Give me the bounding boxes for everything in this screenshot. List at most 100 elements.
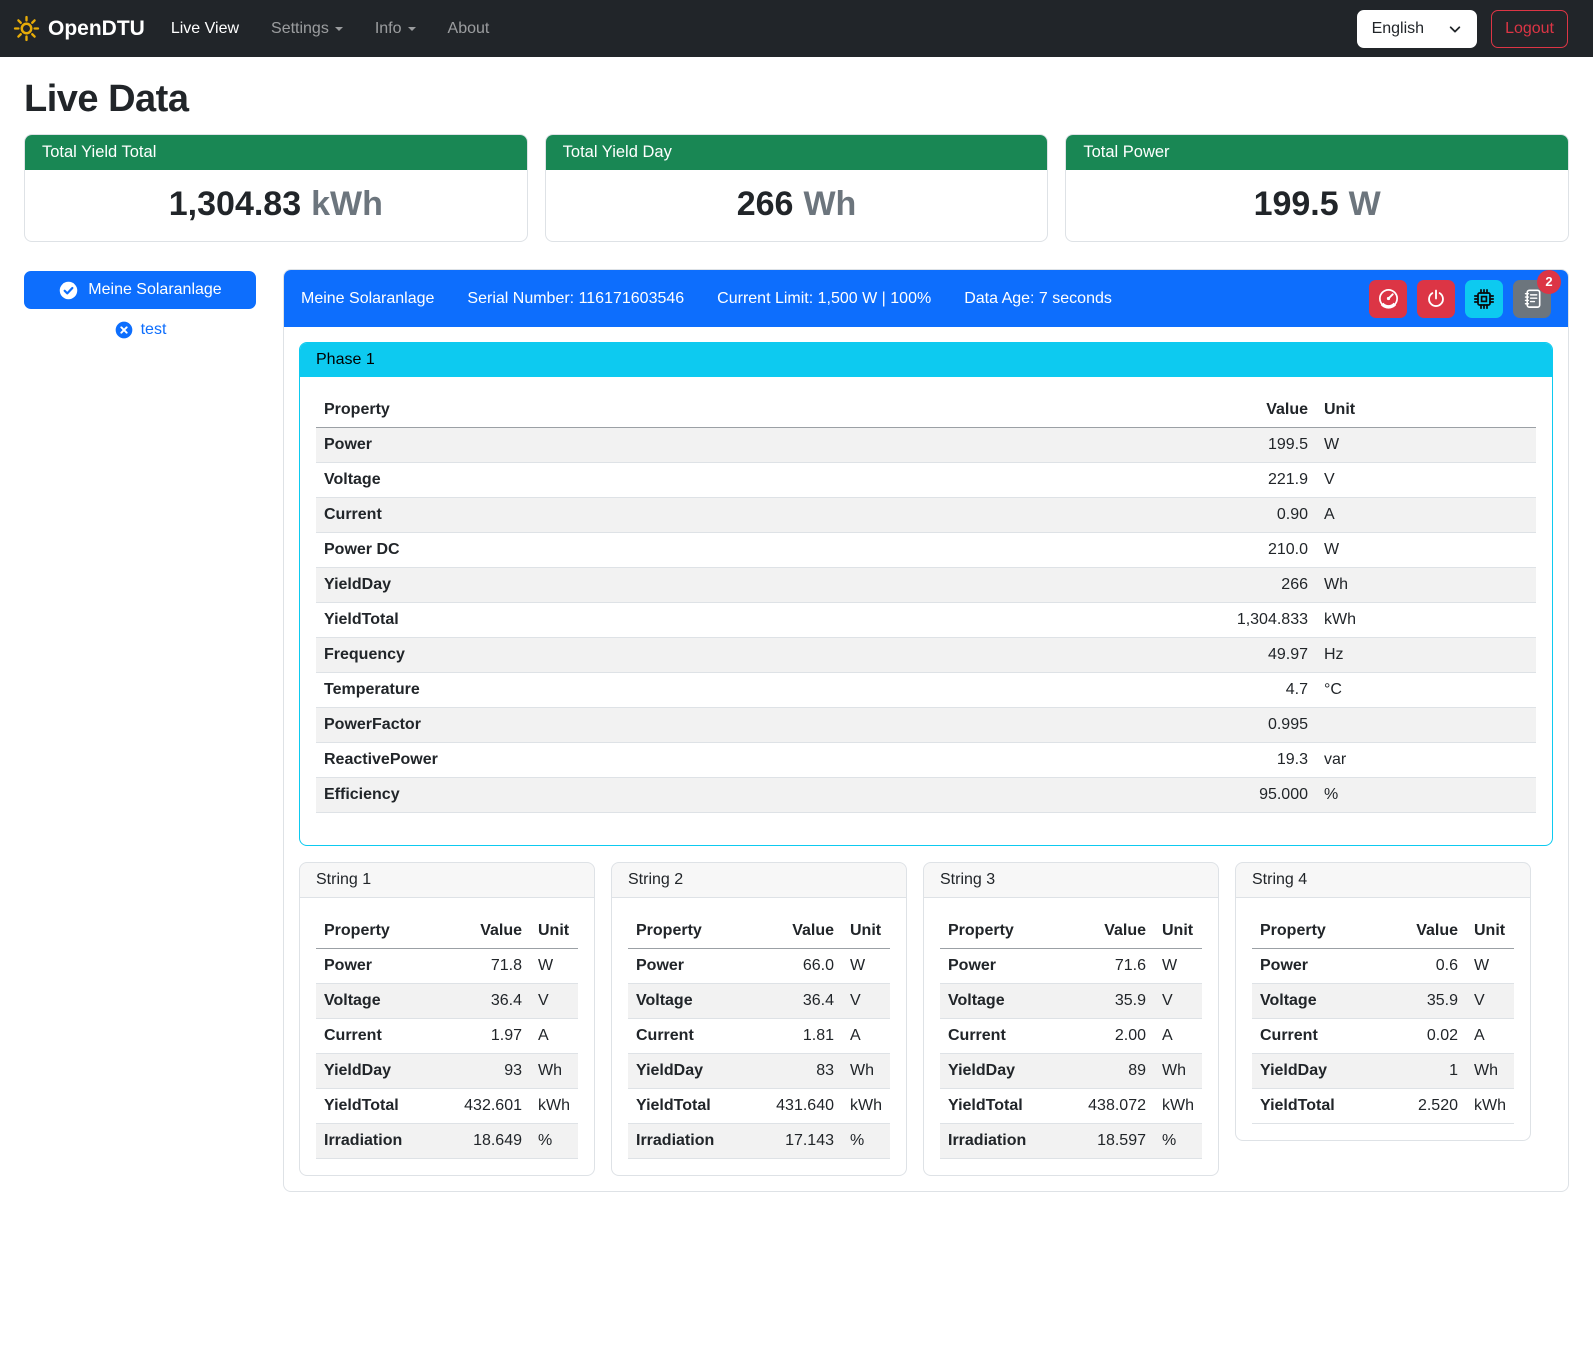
column-header-value: Value: [456, 914, 530, 949]
main-row: Meine Solaranlage test Meine Solaranlage…: [24, 269, 1569, 1192]
caret-down-icon: [335, 27, 343, 31]
value-cell: 93: [456, 1054, 530, 1089]
value-cell: 49.97: [1229, 638, 1316, 673]
inverter-card-header: Meine Solaranlage Serial Number: 1161716…: [284, 270, 1568, 327]
unit-cell: W: [530, 949, 578, 984]
card-title: Total Power: [1066, 135, 1568, 170]
table-row: Current1.81A: [628, 1019, 890, 1054]
logout-button[interactable]: Logout: [1491, 10, 1568, 48]
table-row: YieldDay93Wh: [316, 1054, 578, 1089]
property-cell: YieldTotal: [316, 603, 1229, 638]
total-yield-day-card: Total Yield Day 266 Wh: [545, 134, 1049, 242]
chevron-down-icon: [1448, 22, 1462, 36]
value-cell: 1.97: [456, 1019, 530, 1054]
column-header-unit: Unit: [1154, 914, 1202, 949]
value-cell: 89: [1080, 1054, 1154, 1089]
check-circle-icon: [58, 280, 79, 301]
nav-item-about[interactable]: About: [432, 12, 506, 46]
device-info-button[interactable]: [1465, 280, 1503, 318]
table-row: Efficiency95.000%: [316, 778, 1536, 813]
unit-cell: Hz: [1316, 638, 1536, 673]
property-cell: Voltage: [1252, 984, 1408, 1019]
table-row: YieldDay266Wh: [316, 568, 1536, 603]
table-row: Power DC210.0W: [316, 533, 1536, 568]
table-row: Temperature4.7°C: [316, 673, 1536, 708]
event-log-button[interactable]: 2: [1513, 280, 1551, 318]
caret-down-icon: [408, 27, 416, 31]
table-row: Current0.90A: [316, 498, 1536, 533]
table-row: YieldDay83Wh: [628, 1054, 890, 1089]
unit-cell: var: [1316, 743, 1536, 778]
unit-cell: Wh: [1316, 568, 1536, 603]
property-cell: YieldDay: [628, 1054, 768, 1089]
unit-cell: V: [1466, 984, 1514, 1019]
string-1-table: Property Value Unit Power71.8WVoltage36.…: [316, 914, 578, 1159]
column-header-unit: Unit: [1316, 393, 1536, 428]
table-row: Power71.6W: [940, 949, 1202, 984]
property-cell: YieldTotal: [628, 1089, 768, 1124]
property-cell: Frequency: [316, 638, 1229, 673]
sun-icon: [13, 15, 40, 42]
brand-label: OpenDTU: [48, 17, 145, 41]
table-row: Current1.97A: [316, 1019, 578, 1054]
column-header-value: Value: [1080, 914, 1154, 949]
nav-item-settings[interactable]: Settings: [255, 12, 359, 46]
value-cell: 66.0: [768, 949, 842, 984]
value-cell: 266: [1229, 568, 1316, 603]
serial-number: Serial Number: 116171603546: [467, 290, 684, 308]
unit-cell: A: [1316, 498, 1536, 533]
unit-cell: V: [1316, 463, 1536, 498]
phase-title: Phase 1: [300, 343, 1552, 377]
table-row: Power0.6W: [1252, 949, 1514, 984]
power-button[interactable]: [1417, 280, 1455, 318]
table-row: Irradiation18.649%: [316, 1124, 578, 1159]
value-cell: 0.90: [1229, 498, 1316, 533]
summary-row: Total Yield Total 1,304.83 kWh Total Yie…: [24, 134, 1569, 242]
property-cell: Power: [316, 428, 1229, 463]
table-row: YieldTotal431.640kWh: [628, 1089, 890, 1124]
string-title: String 4: [1236, 863, 1530, 898]
brand-link[interactable]: OpenDTU: [13, 15, 145, 42]
column-header-value: Value: [1408, 914, 1466, 949]
column-header-property: Property: [316, 393, 1229, 428]
table-row: Power199.5W: [316, 428, 1536, 463]
inverter-select-link-test[interactable]: test: [24, 320, 256, 340]
property-cell: Power DC: [316, 533, 1229, 568]
string-3-table: Property Value Unit Power71.6WVoltage35.…: [940, 914, 1202, 1159]
property-cell: Power: [1252, 949, 1408, 984]
value-cell: 1,304.833: [1229, 603, 1316, 638]
column-header-property: Property: [1252, 914, 1408, 949]
phase-1-card: Phase 1 Property Value Unit Power199.5WV…: [299, 342, 1553, 846]
inverter-card: Meine Solaranlage Serial Number: 1161716…: [283, 269, 1569, 1192]
table-row: Irradiation17.143%: [628, 1124, 890, 1159]
total-power-value: 199.5: [1254, 185, 1339, 224]
string-2-card: String 2 Property Value Unit: [611, 862, 907, 1176]
string-3-card: String 3 Property Value Unit: [923, 862, 1219, 1176]
language-select[interactable]: English: [1357, 10, 1477, 48]
value-cell: 0.02: [1408, 1019, 1466, 1054]
property-cell: Current: [316, 498, 1229, 533]
table-row: Voltage36.4V: [628, 984, 890, 1019]
table-row: Current2.00A: [940, 1019, 1202, 1054]
unit-cell: kWh: [1316, 603, 1536, 638]
string-4-table: Property Value Unit Power0.6WVoltage35.9…: [1252, 914, 1514, 1124]
value-cell: 432.601: [456, 1089, 530, 1124]
inverter-select-button-meine-solaranlage[interactable]: Meine Solaranlage: [24, 271, 256, 309]
value-cell: 221.9: [1229, 463, 1316, 498]
unit-cell: A: [1154, 1019, 1202, 1054]
inverter-card-body: Phase 1 Property Value Unit Power199.5WV…: [284, 327, 1568, 1191]
total-yield-total-card: Total Yield Total 1,304.83 kWh: [24, 134, 528, 242]
limit-settings-button[interactable]: [1369, 280, 1407, 318]
nav-item-info[interactable]: Info: [359, 12, 432, 46]
table-row: YieldTotal432.601kWh: [316, 1089, 578, 1124]
table-row: PowerFactor0.995: [316, 708, 1536, 743]
value-cell: 71.8: [456, 949, 530, 984]
table-row: YieldTotal1,304.833kWh: [316, 603, 1536, 638]
property-cell: Current: [628, 1019, 768, 1054]
nav-item-live-view[interactable]: Live View: [155, 12, 255, 46]
string-title: String 3: [924, 863, 1218, 898]
table-row: Voltage35.9V: [1252, 984, 1514, 1019]
unit-cell: W: [1154, 949, 1202, 984]
property-cell: YieldTotal: [316, 1089, 456, 1124]
property-cell: YieldDay: [1252, 1054, 1408, 1089]
